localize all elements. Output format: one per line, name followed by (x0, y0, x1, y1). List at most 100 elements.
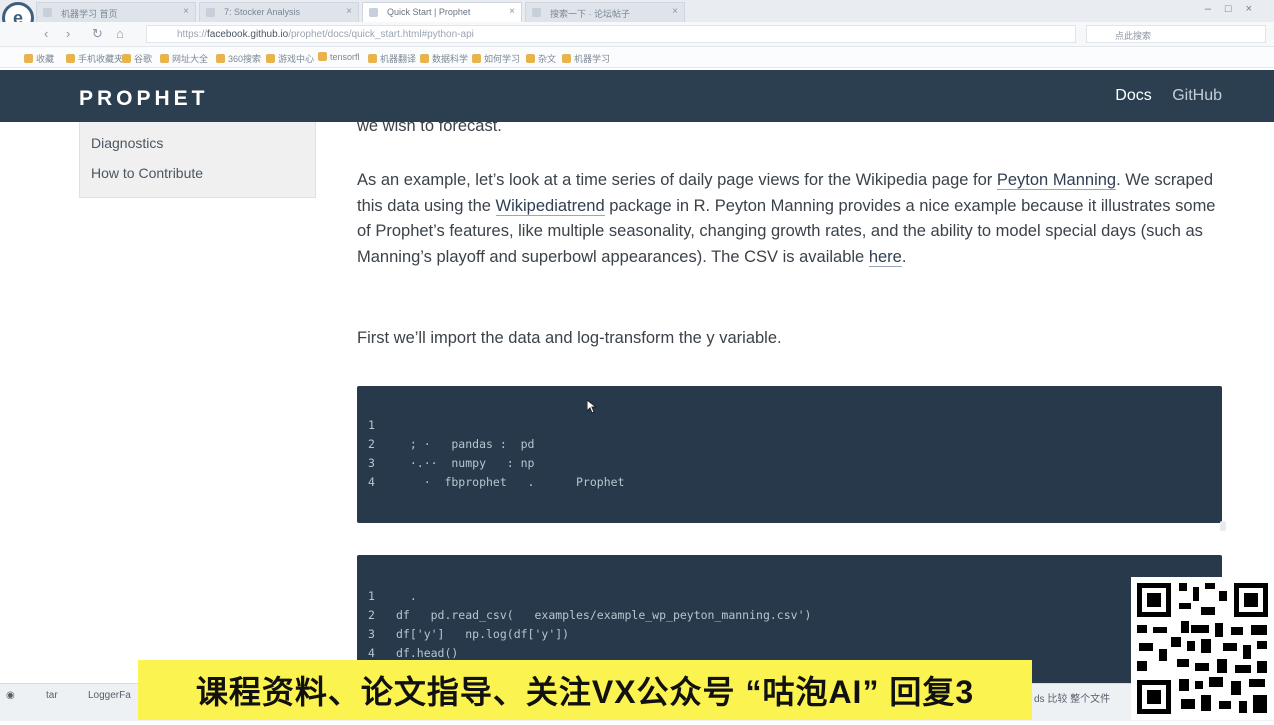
csv-here-link[interactable]: here (868, 247, 902, 267)
qr-code (1131, 577, 1274, 720)
code-line: 3 df['y'] np.log(df['y']) (368, 627, 569, 641)
line-number: 4 (368, 646, 375, 660)
code-text: . (396, 589, 417, 603)
bookmark-item[interactable]: tensorfl (318, 52, 360, 62)
line-number: 2 (368, 608, 375, 622)
folder-icon (122, 54, 131, 63)
bookmark-label: 机器学习 (574, 54, 611, 64)
tab-label: 7: Stocker Analysis (224, 7, 301, 17)
taskbar-status-text: ds 比较 整个文件 (1034, 694, 1111, 705)
folder-icon (266, 54, 275, 63)
close-icon[interactable]: × (672, 6, 678, 17)
wikipediatrend-link[interactable]: Wikipediatrend (495, 196, 605, 216)
code-line: 1 (368, 418, 396, 432)
code-text: df pd.read_csv( examples/example_wp_peyt… (396, 608, 812, 622)
folder-icon (318, 52, 327, 61)
folder-icon (24, 54, 33, 63)
sidebar-item-how-to-contribute[interactable]: How to Contribute (91, 165, 203, 181)
site-header: PROPHET Docs GitHub (0, 70, 1274, 122)
bookmark-item[interactable]: 网址大全 (160, 52, 208, 65)
browser-tab-bar: 机器学习 首页 × 7: Stocker Analysis × Quick Star… (0, 0, 1274, 23)
start-icon[interactable]: ◉ (6, 690, 15, 701)
site-logo[interactable]: PROPHET (79, 87, 209, 111)
bookmark-item[interactable]: 如何学习 (472, 52, 520, 65)
bookmark-item[interactable]: 谷歌 (122, 52, 152, 65)
bookmark-label: 杂文 (538, 54, 557, 64)
qr-code-icon (1131, 577, 1274, 720)
back-icon[interactable]: ‹ (44, 26, 48, 41)
code-line: 2 ; · pandas : pd (368, 437, 534, 451)
nav-github-link[interactable]: GitHub (1172, 87, 1222, 104)
line-number: 1 (368, 589, 375, 603)
tab-favicon-icon (369, 8, 378, 17)
browser-nav-bar: ‹ › ↻ ⌂ https://facebook.github.io/proph… (0, 22, 1274, 47)
close-icon[interactable]: × (346, 6, 352, 17)
tab-label: 机器学习 首页 (61, 9, 118, 19)
folder-icon (472, 54, 481, 63)
tab-favicon-icon (43, 8, 52, 17)
taskbar-item[interactable]: tar (46, 690, 58, 701)
browser-search-input[interactable]: 点此搜索 (1086, 25, 1266, 43)
folder-icon (420, 54, 429, 63)
folder-icon (160, 54, 169, 63)
bookmark-label: 360搜索 (228, 54, 262, 64)
bookmark-item[interactable]: 杂文 (526, 52, 556, 65)
bookmark-item[interactable]: 360搜索 (216, 52, 261, 65)
forward-icon[interactable]: › (66, 26, 70, 41)
code-text: · fbprophet . Prophet (396, 475, 625, 489)
folder-icon (66, 54, 75, 63)
window-controls[interactable]: –□× (1205, 3, 1266, 15)
close-icon[interactable]: × (509, 6, 515, 17)
bookmark-label: 游戏中心 (278, 54, 315, 64)
paragraph-intro-tail: we wish to forecast. (357, 117, 502, 135)
paragraph-example: As an example, let’s look at a time seri… (357, 168, 1217, 270)
code-text: df.head() (396, 646, 459, 660)
browser-tab[interactable]: 搜索一下 · 论坛帖子 × (525, 2, 685, 22)
code-line: 1 . (368, 589, 417, 603)
code-line: 2 df pd.read_csv( examples/example_wp_pey… (368, 608, 811, 622)
scrollbar-handle[interactable] (1220, 521, 1226, 531)
line-number: 3 (368, 627, 375, 641)
bookmark-label: 手机收藏夹 (78, 54, 124, 64)
nav-docs-link[interactable]: Docs (1115, 87, 1151, 104)
sidebar-item-diagnostics[interactable]: Diagnostics (91, 135, 163, 151)
close-icon[interactable]: × (183, 6, 189, 17)
bookmark-item[interactable]: 手机收藏夹 (66, 52, 123, 65)
bookmark-label: 网址大全 (172, 54, 209, 64)
bookmark-item[interactable]: 机器学习 (562, 52, 610, 65)
line-number: 3 (368, 456, 375, 470)
bookmark-item[interactable]: 机器翻译 (368, 52, 416, 65)
tab-label: 搜索一下 · 论坛帖子 (550, 9, 630, 19)
docs-sidebar: Diagnostics How to Contribute (79, 122, 316, 198)
bookmark-item[interactable]: 收藏 (24, 52, 54, 65)
bookmark-label: 如何学习 (484, 54, 521, 64)
browser-tab-active[interactable]: Quick Start | Prophet × (362, 2, 522, 22)
code-text: df['y'] np.log(df['y']) (396, 627, 570, 641)
address-bar[interactable]: https://facebook.github.io/prophet/docs/… (146, 25, 1076, 43)
home-icon[interactable]: ⌂ (116, 26, 124, 41)
line-number: 1 (368, 418, 375, 432)
line-number: 4 (368, 475, 375, 489)
bookmark-item[interactable]: 游戏中心 (266, 52, 314, 65)
bookmarks-bar: 收藏 手机收藏夹 谷歌 网址大全 360搜索 游戏中心 tensorfl 机器翻… (0, 47, 1274, 68)
folder-icon (216, 54, 225, 63)
taskbar-item[interactable]: LoggerFa (88, 690, 131, 701)
bookmark-label: 谷歌 (134, 54, 153, 64)
code-line: 3 ·.·· numpy : np (368, 456, 534, 470)
browser-tab[interactable]: 7: Stocker Analysis × (199, 2, 359, 22)
text: . (901, 247, 907, 266)
bookmark-label: 数据科学 (432, 54, 469, 64)
peyton-manning-link[interactable]: Peyton Manning (996, 171, 1117, 190)
site-nav: Docs GitHub (1099, 87, 1222, 105)
promo-banner: 课程资料、论文指导、关注VX公众号 “咕泡AI” 回复3 (138, 660, 1032, 720)
browser-tab[interactable]: 机器学习 首页 × (36, 2, 196, 22)
line-number: 2 (368, 437, 375, 451)
bookmark-item[interactable]: 数据科学 (420, 52, 468, 65)
code-line: 4 df.head() (368, 646, 458, 660)
code-line: 4 · fbprophet . Prophet (368, 475, 624, 489)
url-path: /prophet/docs/quick_start.html#python-ap… (288, 29, 474, 40)
refresh-icon[interactable]: ↻ (92, 26, 103, 42)
bookmark-label: tensorfl (330, 52, 360, 62)
code-block-imports[interactable]: 1 2 ; · pandas : pd 3 ·.·· numpy : np 4 … (357, 386, 1226, 531)
tab-favicon-icon (532, 8, 541, 17)
